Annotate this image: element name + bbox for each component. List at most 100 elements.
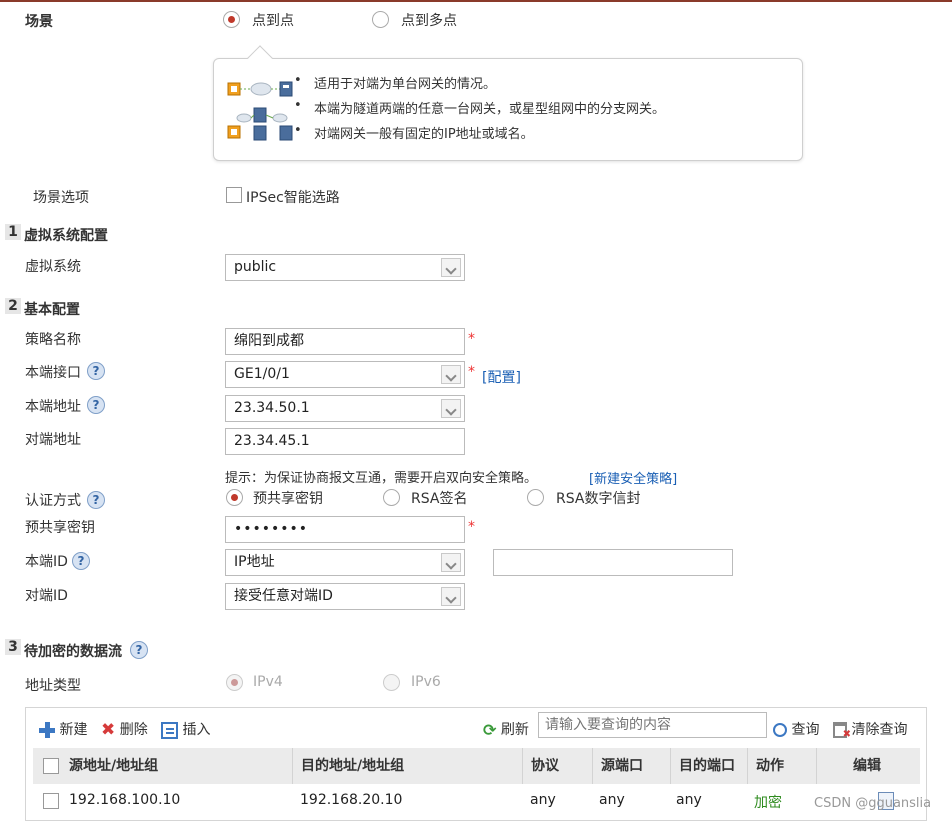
- chevron-down-icon[interactable]: [441, 587, 461, 606]
- radio-auth-psk[interactable]: [226, 489, 243, 506]
- help-icon[interactable]: ?: [72, 552, 90, 570]
- local-interface-value: GE1/0/1: [234, 366, 290, 382]
- radio-p2p[interactable]: [223, 11, 240, 28]
- local-id-select[interactable]: IP地址: [225, 549, 465, 576]
- ipsec-smart-route-label[interactable]: IPSec智能选路: [246, 187, 340, 207]
- search-input[interactable]: [538, 712, 767, 738]
- config-link[interactable]: [配置]: [482, 367, 521, 387]
- query-label: 查询: [791, 722, 820, 738]
- data-flow-panel: 新建 ✖ 删除 插入 ⟳ 刷新 查询 ✖ 清除查询 源地址/地址组 目的地址/地…: [25, 707, 927, 821]
- section-1-number: 1: [5, 224, 21, 240]
- insert-button[interactable]: 插入: [161, 719, 210, 739]
- ipsec-smart-route-checkbox[interactable]: [226, 187, 242, 203]
- peer-id-select[interactable]: 接受任意对端ID: [225, 583, 465, 610]
- row-source-port: any: [599, 792, 625, 808]
- radio-ipv6[interactable]: [383, 674, 400, 691]
- table-header: 源地址/地址组 目的地址/地址组 协议 源端口 目的端口 动作 编辑: [33, 748, 920, 784]
- refresh-label: 刷新: [500, 722, 529, 738]
- required-mark: *: [468, 364, 475, 380]
- address-type-label: 地址类型: [25, 678, 81, 694]
- row-source: 192.168.100.10: [69, 792, 181, 808]
- radio-p2p-label[interactable]: 点到点: [252, 10, 294, 30]
- radio-auth-rsa-env-label[interactable]: RSA数字信封: [556, 488, 640, 508]
- radio-auth-rsa-sig-label[interactable]: RSA签名: [411, 488, 467, 508]
- help-icon[interactable]: ?: [87, 396, 105, 414]
- auth-method-label: 认证方式: [25, 493, 81, 509]
- refresh-icon: ⟳: [483, 720, 497, 740]
- select-all-checkbox[interactable]: [43, 758, 59, 774]
- vsys-select[interactable]: public: [225, 254, 465, 281]
- radio-p2mp-label[interactable]: 点到多点: [401, 10, 457, 30]
- section-1-title: 虚拟系统配置: [24, 228, 108, 244]
- local-interface-select[interactable]: GE1/0/1: [225, 361, 465, 388]
- peer-address-label: 对端地址: [25, 432, 81, 448]
- row-destination: 192.168.20.10: [300, 792, 403, 808]
- local-id-label: 本端ID: [25, 554, 68, 570]
- query-button[interactable]: 查询: [773, 719, 819, 739]
- required-mark: *: [468, 519, 475, 535]
- col-source[interactable]: 源地址/地址组: [61, 748, 158, 784]
- col-edit[interactable]: 编辑: [816, 748, 920, 784]
- vsys-label: 虚拟系统: [25, 259, 81, 275]
- radio-auth-psk-label[interactable]: 预共享密钥: [253, 488, 323, 508]
- radio-auth-rsa-env[interactable]: [527, 489, 544, 506]
- local-interface-label: 本端接口: [25, 365, 81, 381]
- local-address-label: 本端地址: [25, 399, 81, 415]
- col-destination[interactable]: 目的地址/地址组: [292, 748, 404, 784]
- tip-item-2: 本端为隧道两端的任意一台网关，或星型组网中的分支网关。: [294, 98, 665, 117]
- plus-icon: [39, 722, 55, 738]
- chevron-down-icon[interactable]: [441, 258, 461, 277]
- peer-id-value: 接受任意对端ID: [234, 588, 333, 604]
- local-id-value: IP地址: [234, 554, 275, 570]
- chevron-down-icon[interactable]: [441, 365, 461, 384]
- radio-ipv4-label[interactable]: IPv4: [253, 674, 283, 690]
- col-protocol[interactable]: 协议: [522, 748, 559, 784]
- insert-icon: [161, 721, 178, 739]
- delete-button[interactable]: ✖ 删除: [101, 719, 148, 740]
- chevron-down-icon[interactable]: [441, 553, 461, 572]
- section-3-title: 待加密的数据流: [24, 644, 122, 660]
- new-security-policy-link[interactable]: [新建安全策略]: [589, 468, 677, 487]
- peer-address-input[interactable]: 23.34.45.1: [225, 428, 465, 455]
- topology-icon: [227, 81, 293, 141]
- hint-text: 提示：为保证协商报文互通，需要开启双向安全策略。: [225, 471, 538, 486]
- col-action[interactable]: 动作: [747, 748, 784, 784]
- clear-query-button[interactable]: ✖ 清除查询: [833, 719, 908, 740]
- watermark: CSDN @gguanslia: [814, 796, 932, 811]
- col-destination-port[interactable]: 目的端口: [670, 748, 735, 784]
- scenario-options-label: 场景选项: [33, 190, 89, 206]
- local-address-value: 23.34.50.1: [234, 400, 310, 416]
- radio-ipv4[interactable]: [226, 674, 243, 691]
- delete-x-icon: ✖: [101, 720, 116, 740]
- tip-item-1: 适用于对端为单台网关的情况。: [294, 73, 496, 92]
- top-border: [0, 0, 952, 2]
- row-protocol: any: [530, 792, 556, 808]
- peer-id-label: 对端ID: [25, 588, 68, 604]
- search-icon: [773, 723, 787, 737]
- help-icon[interactable]: ?: [87, 491, 105, 509]
- help-icon[interactable]: ?: [130, 641, 148, 659]
- new-button[interactable]: 新建: [39, 719, 87, 739]
- section-2-title: 基本配置: [24, 302, 80, 318]
- required-mark: *: [468, 331, 475, 347]
- refresh-button[interactable]: ⟳ 刷新: [483, 719, 529, 740]
- policy-name-label: 策略名称: [25, 332, 81, 348]
- radio-p2mp[interactable]: [372, 11, 389, 28]
- row-action: 加密: [754, 795, 782, 811]
- row-destination-port: any: [676, 792, 702, 808]
- radio-ipv6-label[interactable]: IPv6: [411, 674, 441, 690]
- vsys-value: public: [234, 259, 277, 275]
- row-checkbox[interactable]: [43, 793, 59, 809]
- trash-icon: ✖: [833, 722, 851, 740]
- col-source-port[interactable]: 源端口: [592, 748, 643, 784]
- local-address-select[interactable]: 23.34.50.1: [225, 395, 465, 422]
- radio-auth-rsa-sig[interactable]: [383, 489, 400, 506]
- chevron-down-icon[interactable]: [441, 399, 461, 418]
- scenario-tip-box: 适用于对端为单台网关的情况。 本端为隧道两端的任意一台网关，或星型组网中的分支网…: [213, 58, 803, 161]
- help-icon[interactable]: ?: [87, 362, 105, 380]
- psk-input[interactable]: ••••••••: [225, 516, 465, 543]
- policy-name-input[interactable]: 绵阳到成都: [225, 328, 465, 355]
- clear-query-label: 清除查询: [851, 722, 908, 738]
- local-id-input[interactable]: [493, 549, 733, 576]
- section-2-number: 2: [5, 298, 21, 314]
